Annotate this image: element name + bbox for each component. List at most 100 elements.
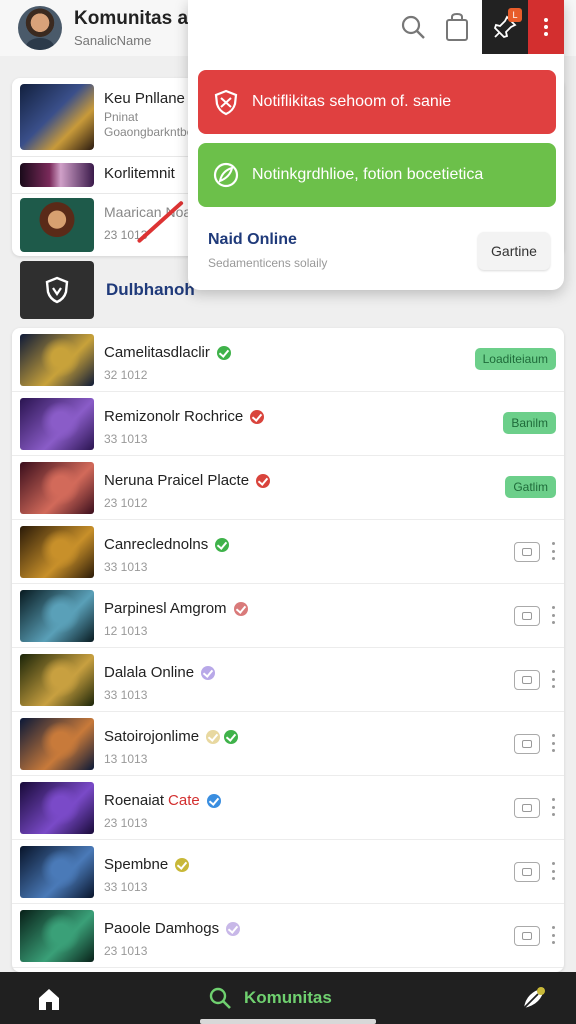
game-thumbnail	[20, 910, 94, 962]
leaf-check-icon	[212, 161, 240, 189]
top-item-subtitle: Goaongbarkntbo	[104, 125, 194, 139]
notification-popup: L Notiflikitas sehoom of. sanie Notinkgr…	[188, 0, 564, 290]
game-title: Roenaiat Cate	[104, 792, 221, 809]
game-row[interactable]: Remizonolr Rochrice 33 1013 Banilm	[12, 392, 564, 456]
bottom-nav-label: Komunitas	[244, 988, 332, 1007]
game-thumbnail	[20, 84, 94, 150]
popup-toolbar: L	[188, 0, 564, 56]
game-subtitle: 23 1013	[104, 816, 148, 830]
status-badge[interactable]: Gatlim	[505, 476, 556, 498]
status-check-icon	[216, 345, 231, 360]
top-item-title: Keu Pnllane	[104, 90, 185, 107]
notification-badge: L	[508, 8, 522, 22]
game-title-text: Remizonolr Rochrice	[104, 408, 244, 425]
more-vertical-icon[interactable]	[551, 798, 555, 816]
game-title-text: Neruna Praicel Placte	[104, 472, 250, 489]
game-title: Dalala Online	[104, 664, 216, 681]
window-icon[interactable]	[514, 670, 540, 690]
game-title-text: Paoole Damhogs	[104, 920, 220, 937]
shopping-bag-icon[interactable]	[445, 12, 469, 47]
more-vertical-icon[interactable]	[551, 862, 555, 880]
game-row[interactable]: Paoole Damhogs 23 1013	[12, 904, 564, 968]
more-vertical-icon[interactable]	[551, 542, 555, 560]
game-thumbnail	[20, 163, 94, 187]
game-subtitle: 33 1013	[104, 560, 148, 574]
game-title: Satoirojonlime	[104, 728, 239, 745]
leaf-icon[interactable]	[520, 984, 548, 1017]
more-menu-icon[interactable]	[528, 0, 564, 54]
shield-icon	[20, 261, 94, 319]
status-check-icon	[226, 921, 241, 936]
game-row[interactable]: Spembne 33 1013	[12, 840, 564, 904]
game-thumbnail	[20, 782, 94, 834]
status-check-icon	[233, 601, 248, 616]
bottom-nav: Komunitas	[0, 972, 576, 1024]
notification-text: Notiflikitas sehoom of. sanie	[252, 93, 452, 110]
window-icon[interactable]	[514, 926, 540, 946]
game-subtitle: 32 1012	[104, 368, 148, 382]
notification-text: Notinkgrdhlioe, fotion bocetietica	[252, 166, 484, 183]
game-row[interactable]: Roenaiat Cate 23 1013	[12, 776, 564, 840]
status-check-icon	[256, 473, 271, 488]
more-vertical-icon[interactable]	[551, 606, 555, 624]
game-row[interactable]: Dalala Online 33 1013	[12, 648, 564, 712]
game-thumbnail	[20, 654, 94, 706]
bottom-nav-community[interactable]: Komunitas	[208, 986, 332, 1010]
status-badge[interactable]: Banilm	[503, 412, 556, 434]
search-icon[interactable]	[400, 14, 426, 45]
game-row[interactable]: Camelitasdlaclir 32 1012 Loaditeiaum	[12, 328, 564, 392]
header-subtitle: SanalicName	[74, 33, 152, 48]
notification-error[interactable]: Notiflikitas sehoom of. sanie	[198, 70, 556, 134]
game-title-text: Spembne	[104, 856, 169, 873]
game-subtitle: 33 1013	[104, 688, 148, 702]
home-indicator	[200, 1019, 376, 1024]
game-row[interactable]: Satoirojonlime 13 1013	[12, 712, 564, 776]
game-thumbnail	[20, 526, 94, 578]
game-title: Camelitasdlaclir	[104, 344, 231, 361]
game-title-text: Satoirojonlime	[104, 728, 200, 745]
more-vertical-icon[interactable]	[551, 734, 555, 752]
status-check-icon	[215, 537, 230, 552]
game-thumbnail	[20, 462, 94, 514]
game-row[interactable]: Parpinesl Amgrom 12 1013	[12, 584, 564, 648]
avatar[interactable]	[18, 6, 62, 50]
status-check-icon	[175, 857, 190, 872]
game-subtitle: 23 1012	[104, 496, 148, 510]
game-title-text: Dalala Online	[104, 664, 195, 681]
game-subtitle: 33 1013	[104, 880, 148, 894]
game-subtitle: 13 1013	[104, 752, 148, 766]
game-title-text: Canreclednolns	[104, 536, 209, 553]
status-check-icon	[201, 665, 216, 680]
status-check-icon	[224, 729, 239, 744]
more-vertical-icon[interactable]	[551, 926, 555, 944]
game-thumbnail	[20, 718, 94, 770]
game-thumbnail	[20, 198, 94, 252]
game-row[interactable]: Canreclednolns 33 1013	[12, 520, 564, 584]
window-icon[interactable]	[514, 798, 540, 818]
pin-icon[interactable]: L	[482, 0, 528, 54]
notification-success[interactable]: Notinkgrdhlioe, fotion bocetietica	[198, 143, 556, 207]
window-icon[interactable]	[514, 606, 540, 626]
game-subtitle: 23 1013	[104, 944, 148, 958]
game-row[interactable]: Neruna Praicel Placte 23 1012 Gatlim	[12, 456, 564, 520]
window-icon[interactable]	[514, 862, 540, 882]
game-thumbnail	[20, 334, 94, 386]
game-title: Parpinesl Amgrom	[104, 600, 248, 617]
window-icon[interactable]	[514, 542, 540, 562]
game-title-highlight: Cate	[168, 792, 200, 809]
status-check-icon	[206, 729, 221, 744]
top-item-subtitle: Pninat	[104, 110, 139, 124]
window-icon[interactable]	[514, 734, 540, 754]
game-thumbnail	[20, 846, 94, 898]
game-title: Remizonolr Rochrice	[104, 408, 265, 425]
top-item-title: Korlitemnit	[104, 165, 175, 182]
more-vertical-icon[interactable]	[551, 670, 555, 688]
status-badge[interactable]: Loaditeiaum	[474, 348, 556, 370]
shield-icon	[212, 88, 240, 116]
section-title: Dulbhanoh	[106, 280, 195, 299]
game-thumbnail	[20, 590, 94, 642]
popup-action-button[interactable]: Gartine	[478, 232, 550, 270]
game-subtitle: 12 1013	[104, 624, 148, 638]
home-icon[interactable]	[36, 986, 62, 1017]
popup-subtitle: Sedamenticens solaily	[208, 256, 328, 270]
